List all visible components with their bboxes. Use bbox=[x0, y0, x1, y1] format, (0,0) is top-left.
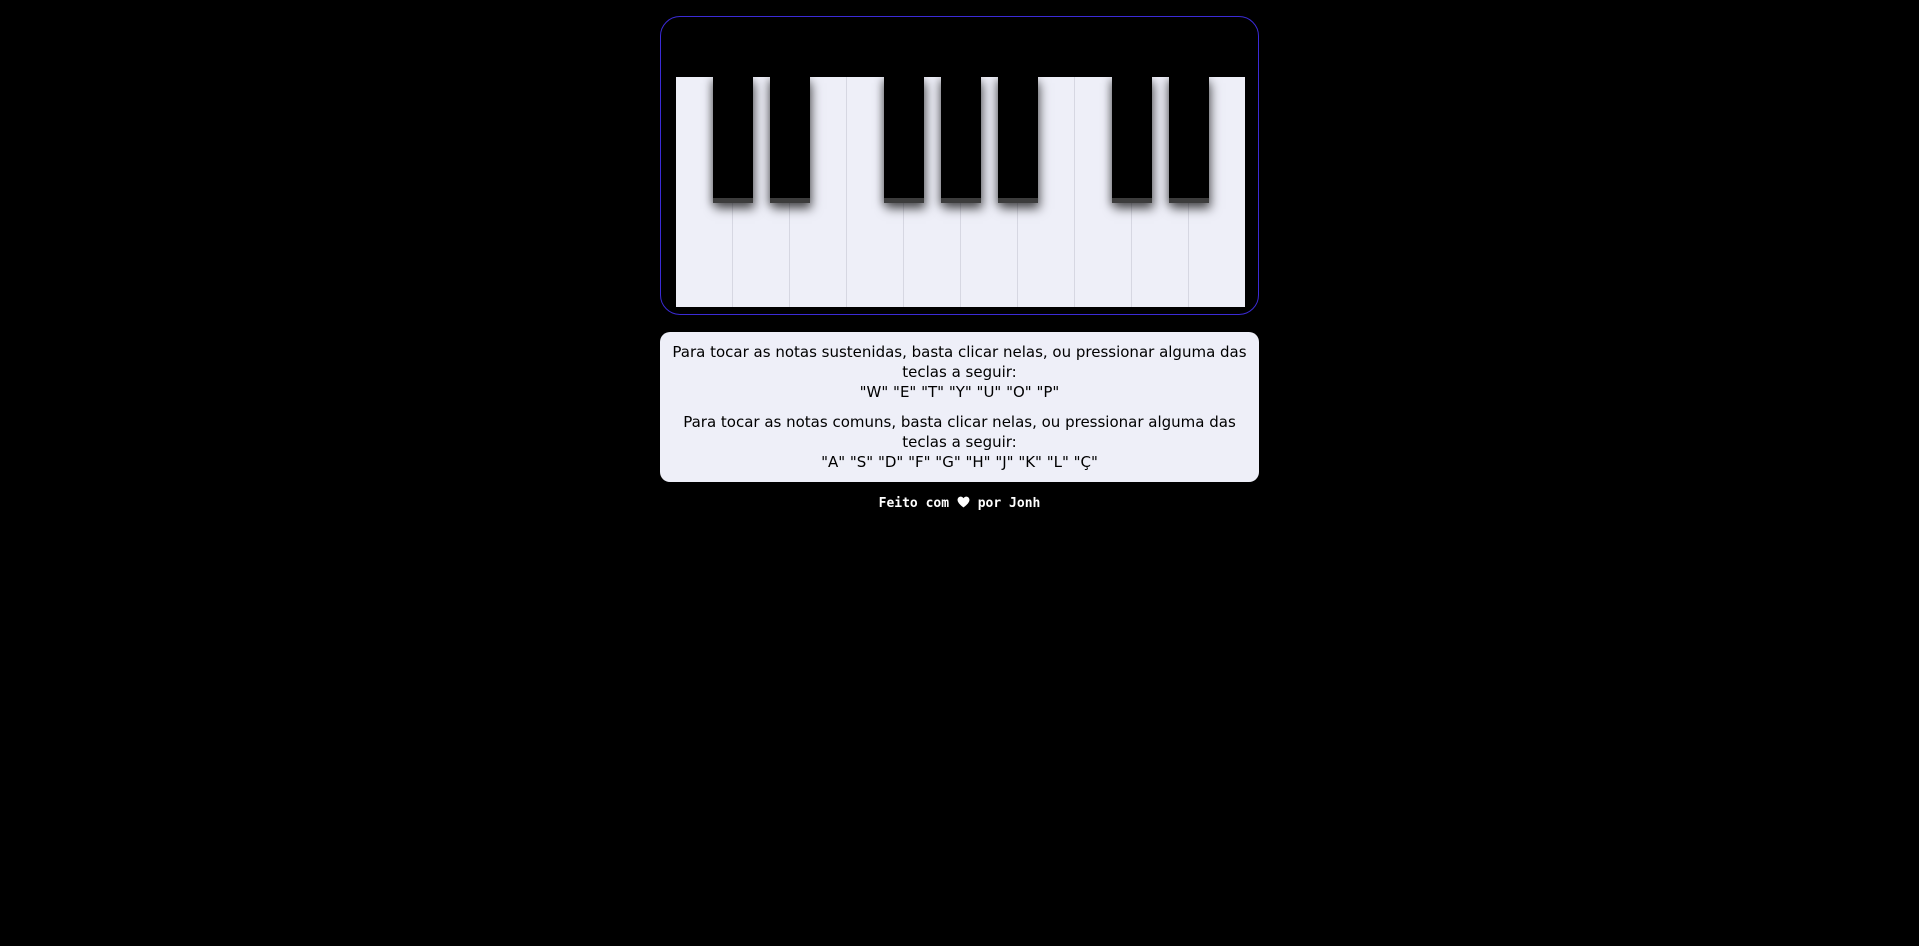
sharps-key-list: "W" "E" "T" "Y" "U" "O" "P" bbox=[859, 383, 1060, 401]
footer: Feito com por Jonh bbox=[660, 494, 1259, 514]
footer-prefix: Feito com bbox=[878, 496, 950, 511]
naturals-instructions: Para tocar as notas comuns, basta clicar… bbox=[670, 412, 1249, 472]
black-key-t[interactable] bbox=[884, 77, 924, 203]
sharps-instructions-text: Para tocar as notas sustenidas, basta cl… bbox=[672, 343, 1247, 381]
black-key-p[interactable] bbox=[1169, 77, 1209, 203]
black-key-y[interactable] bbox=[941, 77, 981, 203]
black-key-w[interactable] bbox=[713, 77, 753, 203]
naturals-instructions-text: Para tocar as notas comuns, basta clicar… bbox=[683, 413, 1236, 451]
piano-keyboard bbox=[676, 77, 1245, 307]
instructions-card: Para tocar as notas sustenidas, basta cl… bbox=[660, 332, 1259, 482]
naturals-key-list: "A" "S" "D" "F" "G" "H" "J" "K" "L" "Ç" bbox=[821, 453, 1098, 471]
black-key-u[interactable] bbox=[998, 77, 1038, 203]
black-key-e[interactable] bbox=[770, 77, 810, 203]
sharps-instructions: Para tocar as notas sustenidas, basta cl… bbox=[670, 342, 1249, 402]
black-key-o[interactable] bbox=[1112, 77, 1152, 203]
footer-suffix: por Jonh bbox=[977, 496, 1041, 511]
heart-icon bbox=[957, 494, 970, 514]
piano bbox=[660, 16, 1259, 315]
